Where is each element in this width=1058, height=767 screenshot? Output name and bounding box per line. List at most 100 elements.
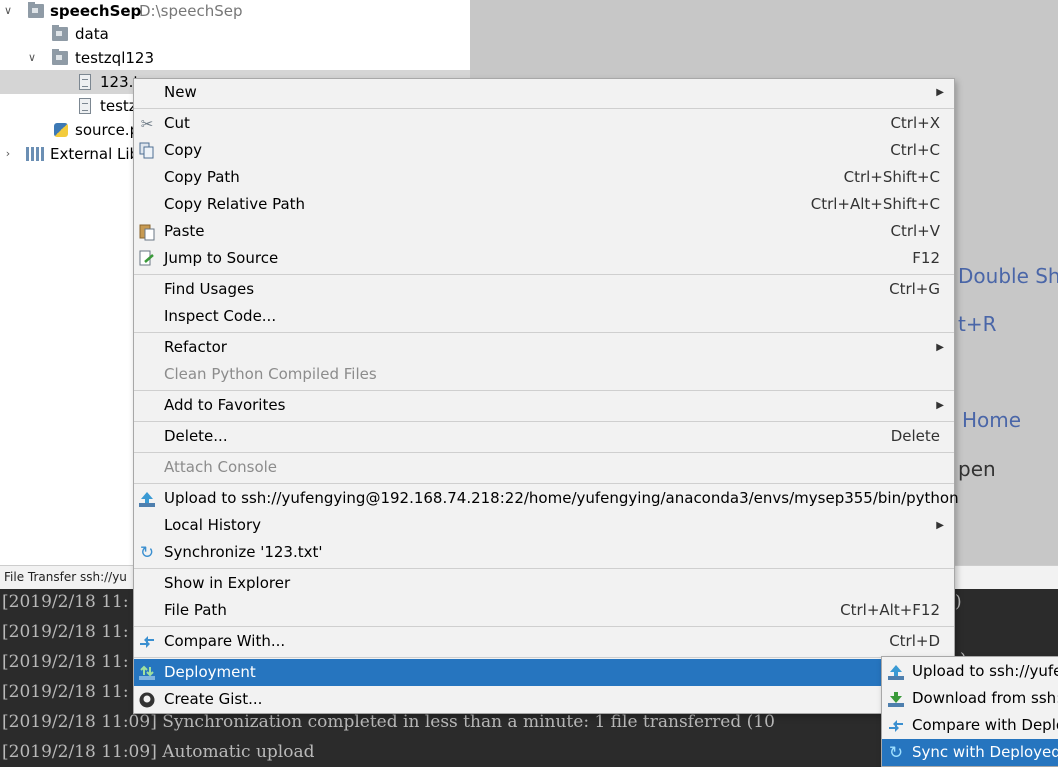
shortcut: Ctrl+C — [890, 141, 940, 159]
menu-label: Inspect Code... — [164, 307, 277, 325]
menu-separator — [134, 421, 954, 422]
menu-item-show-in-explorer[interactable]: Show in Explorer — [134, 570, 954, 597]
menu-label: Sync with Deployed — [912, 743, 1058, 761]
root-path: D:\speechSep — [139, 2, 243, 20]
console-line: [2019/2/18 11: — [2, 682, 129, 702]
menu-item-inspect-code[interactable]: Inspect Code... — [134, 303, 954, 330]
menu-label: Upload to ssh://yufengying@192.168.74.21… — [164, 489, 959, 507]
shortcut: Ctrl+G — [889, 280, 940, 298]
jump-to-source-icon — [138, 250, 156, 268]
tree-item-label: External Lib — [50, 145, 140, 163]
github-icon — [138, 691, 156, 709]
tree-item-label: testz — [100, 97, 137, 115]
download-icon — [887, 690, 905, 708]
menu-item-new[interactable]: New ▶ — [134, 79, 954, 106]
menu-item-paste[interactable]: Paste Ctrl+V — [134, 218, 954, 245]
compare-icon — [138, 633, 156, 651]
console-fragment: ) — [955, 592, 962, 612]
submenu-arrow-icon: ▶ — [936, 87, 944, 98]
menu-item-add-to-favorites[interactable]: Add to Favorites ▶ — [134, 392, 954, 419]
scissors-icon: ✂ — [140, 115, 154, 133]
menu-label: Download from ssh:/ — [912, 689, 1058, 707]
editor-hint: Home — [962, 408, 1022, 432]
menu-item-jump-to-source[interactable]: Jump to Source F12 — [134, 245, 954, 272]
menu-label: Compare with Deplo — [912, 716, 1058, 734]
editor-hint: pen — [958, 457, 996, 481]
submenu-arrow-icon: ▶ — [936, 342, 944, 353]
menu-label: Deployment — [164, 663, 256, 681]
menu-label: Show in Explorer — [164, 574, 291, 592]
menu-item-compare-with[interactable]: Compare With... Ctrl+D — [134, 628, 954, 655]
console-line: [2019/2/18 11: — [2, 652, 129, 672]
menu-label: Attach Console — [164, 458, 278, 476]
menu-item-copy[interactable]: Copy Ctrl+C — [134, 137, 954, 164]
menu-item-create-gist[interactable]: Create Gist... — [134, 686, 954, 713]
menu-label: Upload to ssh://yufe — [912, 662, 1058, 680]
menu-label: Synchronize '123.txt' — [164, 543, 323, 561]
sync-icon: ↻ — [888, 743, 904, 763]
menu-label: Copy Path — [164, 168, 240, 186]
editor-hint: t+R — [958, 312, 997, 336]
copy-icon — [138, 142, 156, 160]
console-line: [2019/2/18 11:09] Automatic upload — [2, 742, 315, 762]
menu-label: Cut — [164, 114, 190, 132]
tree-item-testzql123[interactable]: ∨ testzql123 — [0, 46, 470, 70]
menu-label: Add to Favorites — [164, 396, 286, 414]
menu-separator — [134, 332, 954, 333]
tool-window-label: File Transfer ssh://yu — [4, 570, 127, 584]
menu-item-synchronize[interactable]: ↻ Synchronize '123.txt' — [134, 539, 954, 566]
tree-item-label: testzql123 — [75, 49, 154, 67]
menu-label: Create Gist... — [164, 690, 263, 708]
shortcut: Ctrl+X — [890, 114, 940, 132]
text-file-icon — [79, 74, 91, 90]
menu-item-refactor[interactable]: Refactor ▶ — [134, 334, 954, 361]
menu-item-file-path[interactable]: File Path Ctrl+Alt+F12 — [134, 597, 954, 624]
menu-separator — [134, 390, 954, 391]
menu-separator — [134, 108, 954, 109]
submenu-item-download[interactable]: Download from ssh:/ — [882, 685, 1058, 712]
chevron-down-icon[interactable]: ∨ — [26, 46, 38, 70]
menu-label: New — [164, 83, 197, 101]
chevron-right-icon[interactable]: › — [2, 142, 14, 166]
upload-icon — [138, 490, 156, 508]
menu-label: Jump to Source — [164, 249, 279, 267]
menu-label: Copy Relative Path — [164, 195, 306, 213]
menu-separator — [134, 483, 954, 484]
shortcut: F12 — [912, 249, 940, 267]
upload-icon — [887, 663, 905, 681]
menu-item-attach-console: Attach Console — [134, 454, 954, 481]
deployment-icon — [138, 664, 156, 682]
menu-item-find-usages[interactable]: Find Usages Ctrl+G — [134, 276, 954, 303]
tree-root[interactable]: ∨ speechSep D:\speechSep — [0, 0, 470, 23]
folder-icon — [52, 25, 68, 41]
chevron-down-icon[interactable]: ∨ — [2, 0, 14, 23]
menu-label: Refactor — [164, 338, 227, 356]
menu-item-copy-relative-path[interactable]: Copy Relative Path Ctrl+Alt+Shift+C — [134, 191, 954, 218]
tree-item-label: source.p — [75, 121, 140, 139]
shortcut: Ctrl+Alt+Shift+C — [810, 195, 940, 213]
editor-hint: Double Sh — [958, 264, 1058, 288]
shortcut: Delete — [890, 427, 940, 445]
shortcut: Ctrl+Shift+C — [843, 168, 940, 186]
menu-separator — [134, 626, 954, 627]
menu-item-upload[interactable]: Upload to ssh://yufengying@192.168.74.21… — [134, 485, 959, 512]
menu-item-delete[interactable]: Delete... Delete — [134, 423, 954, 450]
menu-item-local-history[interactable]: Local History ▶ — [134, 512, 954, 539]
root-name: speechSep — [50, 2, 142, 20]
menu-item-copy-path[interactable]: Copy Path Ctrl+Shift+C — [134, 164, 954, 191]
menu-separator — [134, 657, 954, 658]
compare-icon — [887, 717, 905, 735]
submenu-item-upload[interactable]: Upload to ssh://yufe — [882, 658, 1058, 685]
sync-icon: ↻ — [139, 543, 155, 563]
submenu-arrow-icon: ▶ — [936, 400, 944, 411]
submenu-item-sync[interactable]: ↻ Sync with Deployed — [882, 739, 1058, 766]
menu-separator — [134, 568, 954, 569]
shortcut: Ctrl+Alt+F12 — [840, 601, 940, 619]
context-menu: New ▶ ✂ Cut Ctrl+X Copy Ctrl+C Copy Path… — [133, 78, 959, 714]
menu-item-clean-python-compiled-files: Clean Python Compiled Files — [134, 361, 954, 388]
menu-item-cut[interactable]: ✂ Cut Ctrl+X — [134, 110, 954, 137]
menu-item-deployment[interactable]: Deployment ▶ — [134, 659, 954, 686]
submenu-item-compare[interactable]: Compare with Deplo — [882, 712, 1058, 739]
tree-item-data[interactable]: data — [0, 22, 470, 46]
menu-label: Paste — [164, 222, 205, 240]
